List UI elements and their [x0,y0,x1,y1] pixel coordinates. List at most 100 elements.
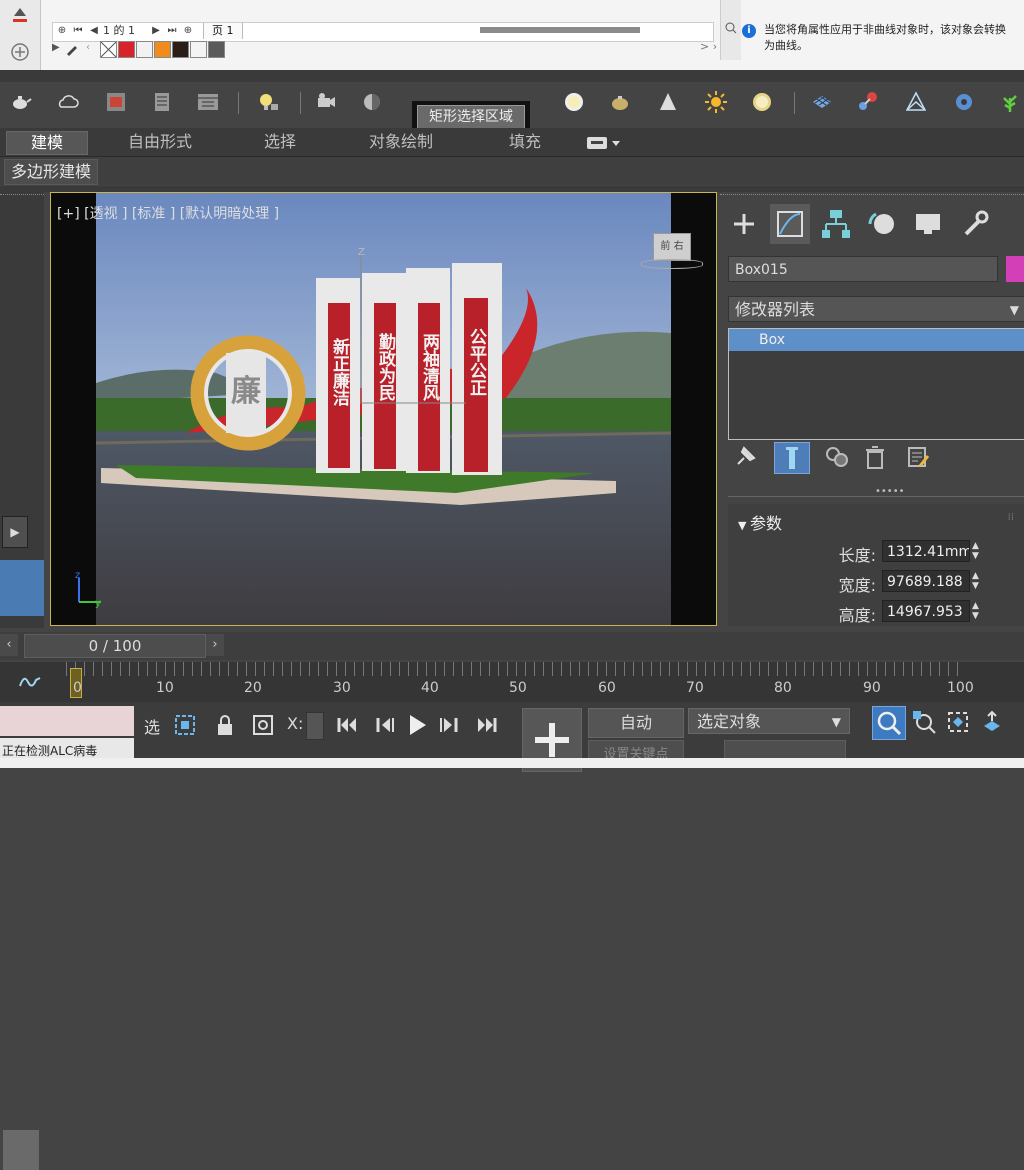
create-tab-icon[interactable] [724,204,764,244]
add-page-after-icon[interactable]: ⊕ [181,24,195,38]
viewcube-ring[interactable] [641,259,703,269]
viewcube-face[interactable]: 前 右 [653,233,691,261]
swatch-orange[interactable] [154,41,171,58]
grip-dots[interactable] [0,194,44,198]
x-coordinate-field[interactable] [306,712,324,740]
zoom-icon[interactable] [725,22,737,34]
teapot-material-icon[interactable] [608,90,632,114]
swatch-light[interactable] [190,41,207,58]
configure-modifier-sets-icon[interactable] [906,444,932,470]
curve-editor-icon[interactable] [18,672,42,692]
display-tab-icon[interactable] [908,204,948,244]
grid-cube-icon[interactable] [810,90,834,114]
show-end-result-button[interactable] [774,442,810,474]
rendered-frame-window-icon[interactable] [196,90,220,114]
make-unique-icon[interactable] [824,444,850,470]
zoom-extents-all-icon[interactable] [978,708,1006,736]
go-to-end-icon[interactable] [474,712,500,738]
track-bar[interactable]: 0 10 20 30 40 50 60 70 80 90 100 [0,662,1024,702]
next-page-icon[interactable]: ▶ [149,24,163,38]
tab-freeform[interactable]: 自由形式 [108,131,212,153]
cloud-icon[interactable] [56,90,80,114]
render-setup-icon[interactable] [150,90,174,114]
swatch-none[interactable] [100,41,117,58]
modifier-stack[interactable]: Box [728,328,1024,440]
delete-modifier-icon[interactable] [862,444,888,470]
length-spinner[interactable]: ▲ ▼ [972,541,982,561]
next-frame-icon[interactable] [436,712,462,738]
palette-arrow-icon[interactable]: ▶ [52,42,60,53]
auto-key-button[interactable]: 自动 [588,708,684,738]
zoom-all-icon[interactable] [910,708,938,736]
swatch-grey[interactable] [208,41,225,58]
horizontal-scrollbar[interactable] [480,27,640,33]
zoom-button[interactable] [872,706,906,740]
add-page-icon[interactable] [10,42,30,62]
molecule-icon[interactable] [856,90,880,114]
viewport-label[interactable]: [+] [透视 ] [标准 ] [默认明暗处理 ] [57,203,279,223]
absolute-mode-icon[interactable] [250,712,276,738]
grip-dots[interactable] [720,194,1024,199]
modifier-list-dropdown[interactable]: 修改器列表 ▼ [728,296,1024,322]
perspective-viewport[interactable]: 廉 新正廉洁 勤政为民 两袖清风 公平公正 Z [+] [透视 ] [标准 ] … [50,192,717,626]
teapot-icon[interactable] [8,90,32,114]
utilities-tab-icon[interactable] [954,204,994,244]
swatch-red[interactable] [118,41,135,58]
light-bulb-icon[interactable] [256,90,280,114]
stack-item-box[interactable]: Box [729,329,1024,351]
motion-tab-icon[interactable] [862,204,902,244]
swatch-dark-brown[interactable] [172,41,189,58]
sun-icon[interactable] [704,90,728,114]
eyedropper-icon[interactable] [64,41,80,57]
pin-stack-icon[interactable] [732,444,758,470]
tab-object-paint[interactable]: 对象绘制 [346,131,456,153]
hierarchy-tab-icon[interactable] [816,204,856,244]
tab-page-1[interactable]: 页 1 [203,23,243,39]
previous-frame-icon[interactable] [372,712,398,738]
selection-set-dropdown[interactable]: 选定对象 ▼ [688,708,850,734]
envelope-icon[interactable] [904,90,928,114]
tab-selection[interactable]: 选择 [240,131,320,153]
palette-left-icon[interactable]: ‹ [86,42,90,53]
go-to-start-icon[interactable] [334,712,360,738]
material-editor-icon[interactable] [360,90,384,114]
modify-tab-icon[interactable] [770,204,810,244]
grip-dots[interactable]: ••••• [875,487,905,497]
length-field[interactable]: 1312.41mm [882,540,970,562]
viewcube[interactable]: 前 右 [641,231,703,271]
maxscript-listener[interactable] [0,706,134,736]
left-panel-button[interactable] [3,1130,39,1170]
plant-icon[interactable] [998,90,1022,114]
last-page-icon[interactable]: ⏭ [165,24,179,38]
isolate-selection-icon[interactable] [172,712,198,738]
height-field[interactable]: 14967.953 [882,600,970,622]
lock-selection-icon[interactable] [212,712,238,738]
ribbon-options-icon[interactable] [586,135,622,151]
tab-populate[interactable]: 填充 [490,131,560,153]
parameters-title[interactable]: ▼ 参数 [738,510,782,534]
height-spinner[interactable]: ▲ ▼ [972,601,982,621]
width-spinner[interactable]: ▲ ▼ [972,571,982,591]
swatch-white[interactable] [136,41,153,58]
rollout-grip-icon[interactable]: ⁞⁞ [1008,512,1014,523]
width-field[interactable]: 97689.188 [882,570,970,592]
add-page-before-icon[interactable]: ⊕ [55,24,69,38]
time-slider-thumb[interactable]: 0 / 100 [24,634,206,658]
first-page-icon[interactable]: ⏮ [71,24,85,38]
sphere-icon[interactable] [562,90,586,114]
object-color-swatch[interactable] [1006,256,1024,282]
prev-page-icon[interactable]: ◀ [87,24,101,38]
render-frame-icon[interactable] [104,90,128,114]
fill-bucket-icon[interactable] [10,4,30,24]
object-name-field[interactable]: Box015 [728,256,998,282]
tab-polygon-modeling[interactable]: 多边形建模 [4,159,99,185]
zoom-extents-icon[interactable] [944,708,972,736]
light-sphere-icon[interactable] [750,90,774,114]
prev-frame-icon[interactable]: ‹ [0,634,18,656]
gear-icon[interactable] [952,90,976,114]
cone-icon[interactable] [656,90,680,114]
tab-modeling[interactable]: 建模 [6,131,88,155]
camera-icon[interactable] [314,90,338,114]
play-icon[interactable] [404,712,430,738]
next-frame-icon[interactable]: › [206,634,224,656]
